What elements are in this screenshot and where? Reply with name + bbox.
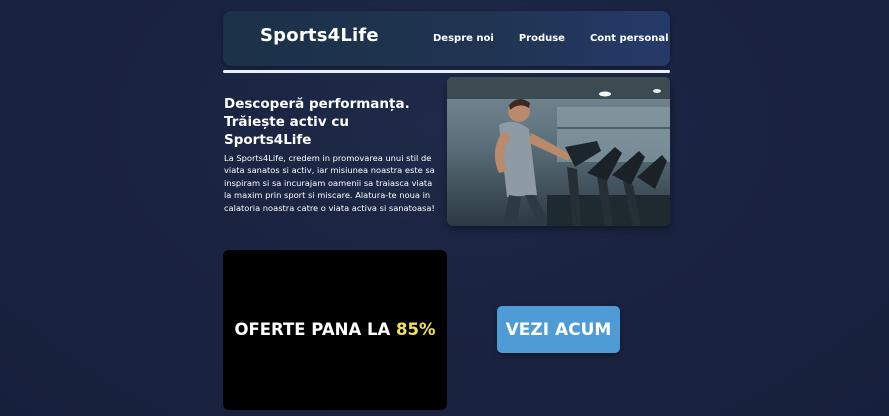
nav-link-produse[interactable]: Produse [519, 33, 565, 44]
promo-label: OFERTE PANA LA [234, 320, 396, 339]
nav-link-despre-noi[interactable]: Despre noi [433, 33, 494, 44]
headline-line-2: Trăiește activ cu Sports4Life [224, 114, 349, 148]
headline-line-1: Descoperă performanța. [224, 96, 410, 112]
promo-percent: 85% [396, 320, 436, 339]
vezi-acum-button[interactable]: VEZI ACUM [497, 306, 620, 353]
hero-image [447, 77, 670, 226]
intro-paragraph: La Sports4Life, credem in promovarea unu… [224, 153, 435, 213]
site-header: Sports4Life Despre noi Produse Cont pers… [223, 11, 670, 66]
intro-headline: Descoperă performanța. Trăiește activ cu… [224, 95, 434, 149]
main-nav: Despre noi Produse Cont personal [433, 33, 694, 44]
promo-text: OFERTE PANA LA 85% [223, 320, 447, 339]
treadmill-runner-photo-icon [447, 77, 670, 226]
brand-logo[interactable]: Sports4Life [260, 25, 379, 46]
header-divider [223, 70, 670, 73]
nav-link-cont-personal[interactable]: Cont personal [590, 33, 669, 44]
promo-banner[interactable]: OFERTE PANA LA 85% [223, 250, 447, 410]
